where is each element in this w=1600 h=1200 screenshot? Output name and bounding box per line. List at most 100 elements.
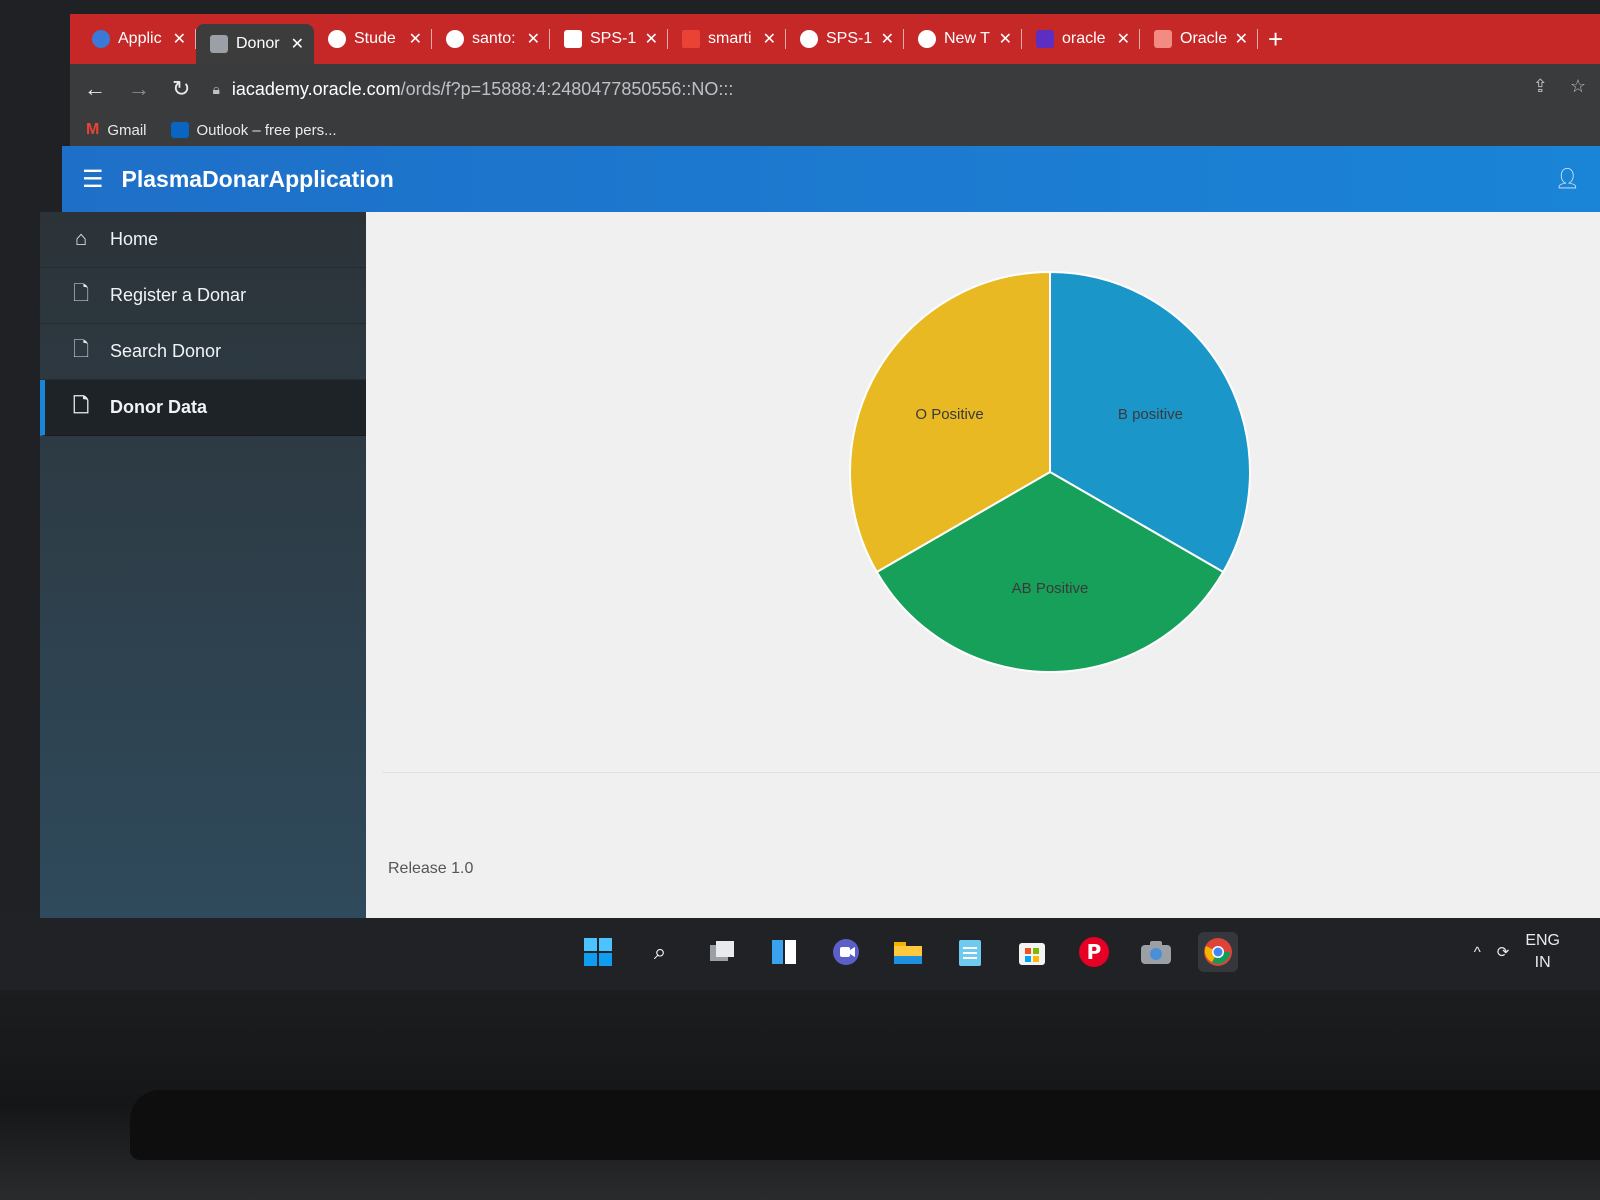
browser-tab[interactable]: smarti ✕ (668, 20, 786, 58)
close-icon[interactable]: ✕ (881, 29, 894, 49)
sidebar-item-donor-data[interactable]: 🗋︎ Donor Data (40, 380, 366, 436)
sidebar-item-label: Donor Data (110, 397, 208, 417)
app-title[interactable]: PlasmaDonarApplication (122, 166, 394, 193)
github-icon (446, 30, 464, 48)
page-icon: 🗋︎ (72, 338, 90, 361)
store-icon[interactable] (1012, 932, 1052, 972)
camera-icon[interactable] (1136, 932, 1176, 972)
sidebar-item-label: Register a Donar (110, 285, 247, 305)
globe-icon (328, 30, 346, 48)
home-icon: ⌂ (74, 228, 88, 250)
browser-tab[interactable]: Stude ✕ (314, 20, 432, 58)
tab-label: Donor (236, 35, 280, 52)
forward-icon[interactable]: → (128, 76, 150, 102)
bookmark-gmail[interactable]: M Gmail (86, 121, 147, 139)
bookmark-label: Outlook – free pers... (196, 121, 337, 139)
tab-label: New T (944, 30, 990, 47)
gmail-icon (682, 30, 700, 48)
toolbar-right: ⇪ ☆ (1533, 76, 1586, 97)
pie-slice-label: B positive (1118, 406, 1183, 423)
taskbar-icons: ⌕ P (578, 932, 1238, 972)
browser-tab[interactable]: santo: ✕ (432, 20, 550, 58)
gmail-icon: M (86, 121, 100, 138)
bookmark-star-icon[interactable]: ☆ (1570, 76, 1586, 97)
close-icon[interactable]: ✕ (1117, 29, 1130, 49)
windows-taskbar: ⌕ P ^ ⟳ ENG IN (0, 918, 1600, 990)
sidebar-nav: ⌂ Home 🗋︎ Register a Donar 🗋︎ Search Don… (40, 212, 366, 918)
close-icon[interactable]: ✕ (645, 29, 658, 49)
browser-tab[interactable]: New T ✕ (904, 20, 1022, 58)
oracle-icon (1154, 30, 1172, 48)
screen: Applic ✕ Donor ✕ Stude ✕ santo: ✕ SPS-1 … (0, 0, 1600, 990)
close-icon[interactable]: ✕ (1235, 29, 1248, 49)
page-icon (210, 35, 228, 53)
tab-label: SPS-1 (826, 30, 873, 47)
page-icon: 🗋︎ (72, 394, 90, 417)
release-label: Release 1.0 (388, 860, 474, 877)
bookmarks-bar: M Gmail Outlook – free pers... (70, 114, 1600, 146)
notepad-icon[interactable] (950, 932, 990, 972)
teams-icon[interactable] (826, 932, 866, 972)
widgets-icon[interactable] (764, 932, 804, 972)
close-icon[interactable]: ✕ (763, 29, 776, 49)
sidebar-item-search-donor[interactable]: 🗋︎ Search Donor (40, 324, 366, 380)
browser-tab[interactable]: oracle ✕ (1022, 20, 1140, 58)
browser-tab[interactable]: Oracle ✕ (1140, 20, 1258, 58)
sidebar-item-home[interactable]: ⌂ Home (40, 212, 366, 268)
app-header: ☰ PlasmaDonarApplication 👤︎ (62, 146, 1600, 212)
browser-tab[interactable]: SPS-1 ✕ (786, 20, 904, 58)
url-path: /ords/f?p=15888:4:2480477850556::NO::: (400, 78, 734, 99)
pie-chart: B positive AB Positive O Positive (849, 270, 1251, 673)
sync-icon[interactable]: ⟳ (1497, 943, 1510, 961)
reload-icon[interactable]: ↻ (172, 76, 190, 102)
app-x-icon (92, 30, 110, 48)
laptop-bezel (0, 990, 1600, 1200)
task-view-icon[interactable] (702, 932, 742, 972)
hamburger-menu-icon[interactable]: ☰ (82, 165, 104, 194)
language-indicator[interactable]: ENG IN (1525, 930, 1560, 974)
github-icon (800, 30, 818, 48)
bookmark-label: Gmail (107, 121, 147, 139)
new-tab-icon[interactable]: + (1268, 24, 1283, 55)
sidebar-item-label: Home (110, 229, 159, 249)
close-icon[interactable]: ✕ (173, 29, 186, 49)
globe-icon (918, 30, 936, 48)
address-bar[interactable]: 🔒︎ iacademy.oracle.com /ords/f?p=15888:4… (212, 72, 733, 106)
svg-text:P: P (1087, 940, 1102, 964)
close-icon[interactable]: ✕ (999, 29, 1012, 49)
chevron-up-icon[interactable]: ^ (1474, 944, 1481, 961)
close-icon[interactable]: ✕ (291, 34, 304, 54)
tab-label: oracle (1062, 30, 1106, 47)
tab-label: SPS-1 (590, 30, 637, 47)
page-icon: 🗋︎ (72, 282, 90, 305)
back-icon[interactable]: ← (84, 76, 106, 102)
tab-label: Oracle (1180, 30, 1228, 47)
browser-tab[interactable]: SPS-1 ✕ (550, 20, 668, 58)
main-content: B positive AB Positive O Positive Release … (366, 212, 1600, 918)
share-icon[interactable]: ⇪ (1533, 76, 1548, 97)
tab-label: Stude (354, 30, 396, 47)
close-icon[interactable]: ✕ (409, 29, 422, 49)
windows-start-icon[interactable] (578, 932, 618, 972)
bookmark-outlook[interactable]: Outlook – free pers... (170, 121, 337, 139)
user-icon[interactable]: 👤︎ (1555, 166, 1580, 191)
tab-label: smarti (708, 30, 752, 47)
pie-slice-label: AB Positive (1012, 580, 1089, 597)
url-host: iacademy.oracle.com (231, 78, 401, 99)
laptop-hinge (130, 1090, 1600, 1160)
browser-tab[interactable]: Applic ✕ (78, 20, 196, 58)
close-icon[interactable]: ✕ (527, 29, 540, 49)
browser-tab-active[interactable]: Donor ✕ (196, 24, 314, 64)
tab-label: Applic (118, 30, 162, 47)
lang-region: IN (1534, 954, 1551, 971)
browser-toolbar: ← → ↻ 🔒︎ iacademy.oracle.com /ords/f?p=1… (70, 64, 1600, 114)
browser-tab-strip: Applic ✕ Donor ✕ Stude ✕ santo: ✕ SPS-1 … (70, 14, 1600, 64)
file-explorer-icon[interactable] (888, 932, 928, 972)
lock-icon: 🔒︎ (212, 80, 220, 97)
pinterest-icon[interactable]: P (1074, 932, 1114, 972)
search-icon[interactable]: ⌕ (640, 932, 680, 972)
yahoo-icon (1036, 30, 1054, 48)
sidebar-item-register-donar[interactable]: 🗋︎ Register a Donar (40, 268, 366, 324)
tab-label: santo: (472, 30, 516, 47)
chrome-icon[interactable] (1198, 932, 1238, 972)
